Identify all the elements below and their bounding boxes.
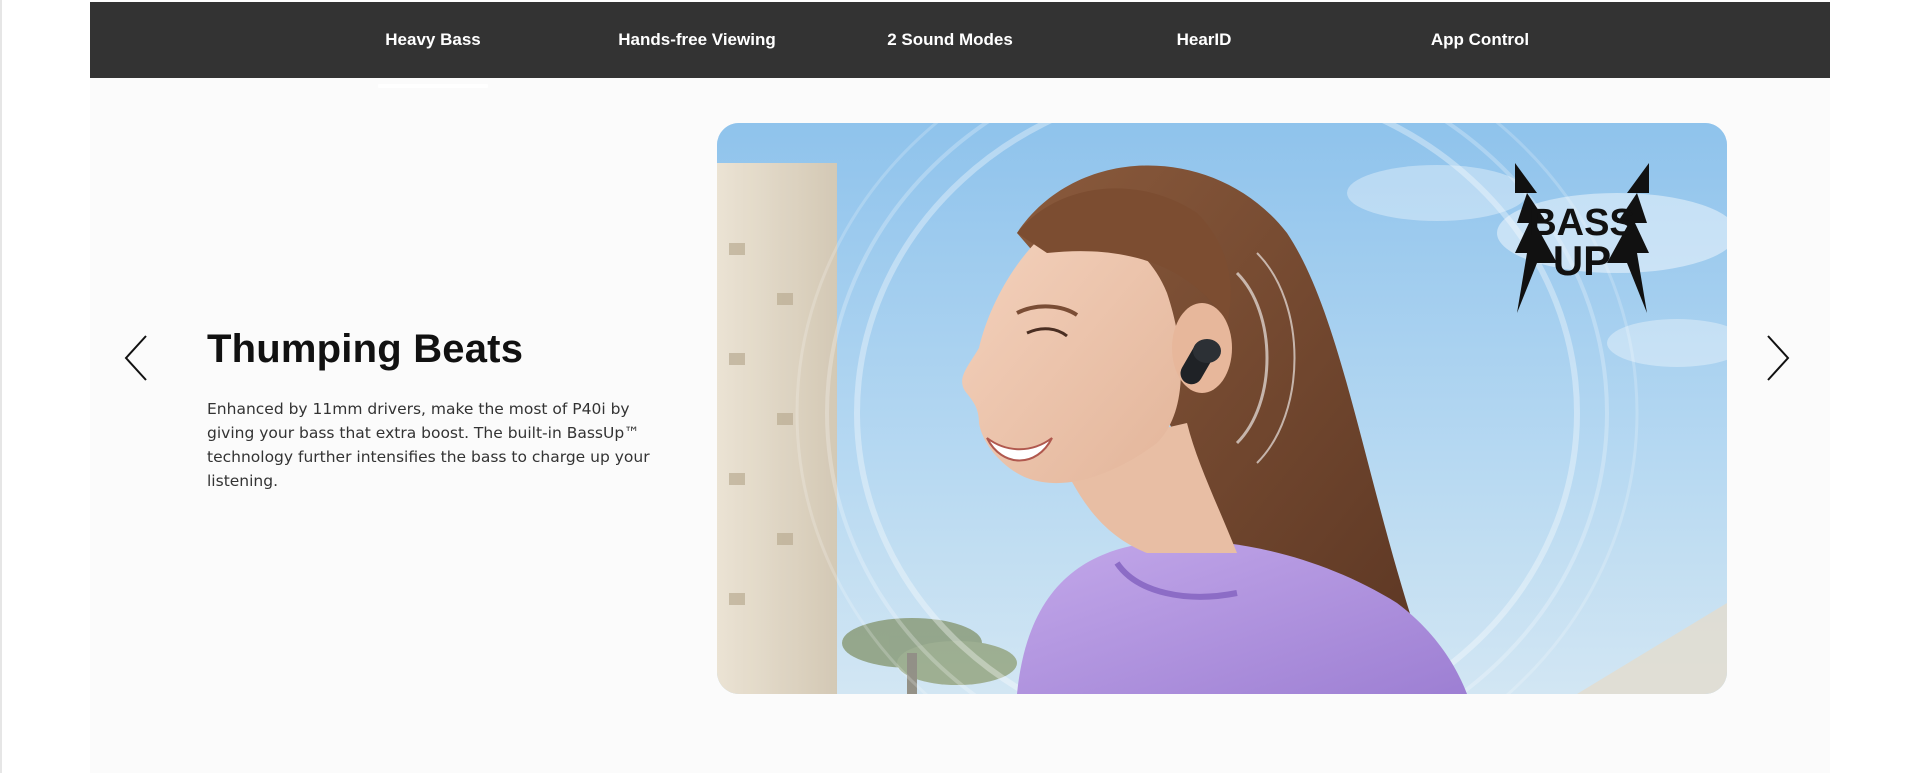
tab-label: 2 Sound Modes bbox=[887, 30, 1013, 49]
bassup-logo-line2: UP bbox=[1553, 237, 1611, 284]
bassup-logo-icon: BASS UP bbox=[1507, 163, 1657, 313]
tab-label: Hands-free Viewing bbox=[618, 30, 776, 49]
tab-app-control[interactable]: App Control bbox=[1410, 2, 1550, 78]
tab-2-sound-modes[interactable]: 2 Sound Modes bbox=[880, 2, 1020, 78]
slide-description: Enhanced by 11mm drivers, make the most … bbox=[207, 400, 650, 490]
page: Heavy Bass Hands-free Viewing 2 Sound Mo… bbox=[0, 0, 1920, 773]
slide-title: Thumping Beats bbox=[207, 327, 524, 371]
page-edge-divider bbox=[0, 0, 2, 773]
carousel-next-button[interactable] bbox=[1756, 328, 1796, 388]
active-tab-indicator bbox=[378, 84, 488, 88]
tab-label: Heavy Bass bbox=[385, 30, 481, 49]
feature-tab-bar: Heavy Bass Hands-free Viewing 2 Sound Mo… bbox=[90, 2, 1830, 88]
tab-hands-free-viewing[interactable]: Hands-free Viewing bbox=[610, 2, 784, 78]
tab-label: HearID bbox=[1176, 30, 1232, 49]
carousel-prev-button[interactable] bbox=[118, 328, 158, 388]
feature-section: Heavy Bass Hands-free Viewing 2 Sound Mo… bbox=[90, 2, 1830, 773]
tab-heavy-bass[interactable]: Heavy Bass bbox=[378, 2, 488, 88]
tab-hearid[interactable]: HearID bbox=[1154, 2, 1254, 78]
chevron-left-icon bbox=[124, 335, 147, 381]
tab-label: App Control bbox=[1430, 30, 1530, 49]
chevron-right-icon bbox=[1767, 335, 1790, 381]
